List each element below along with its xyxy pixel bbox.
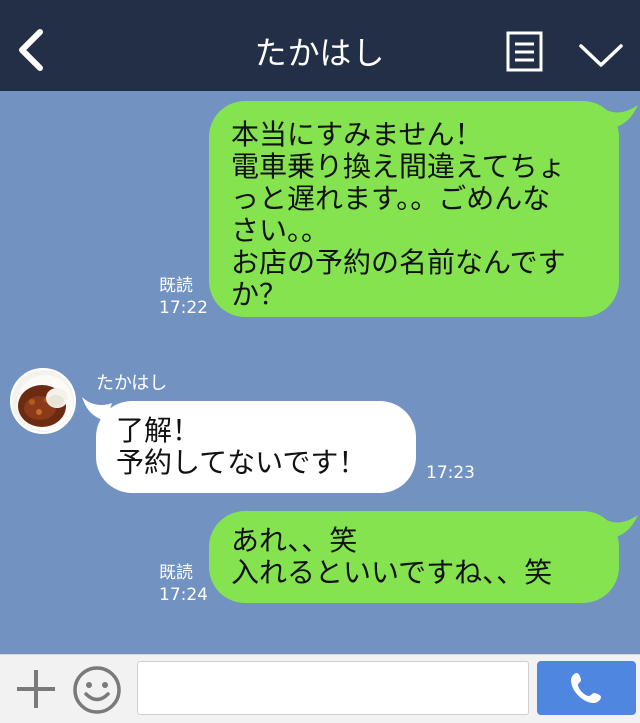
message-time: 17:24: [159, 585, 208, 605]
bubble-tail: [604, 105, 638, 129]
message-meta: 既読 17:22: [159, 275, 208, 319]
smiley-icon[interactable]: [72, 665, 122, 715]
menu-list-icon[interactable]: [506, 31, 543, 72]
message-time: 17:23: [426, 463, 475, 483]
call-button[interactable]: [537, 661, 636, 715]
chevron-down-icon[interactable]: [578, 40, 624, 70]
message-input-bar: [0, 654, 640, 723]
curry-avatar-image: [17, 375, 73, 431]
outgoing-message-bubble[interactable]: 本当にすみません！ 電車乗り換え間違えてちょ っと遅れます。。ごめんな さい。。…: [209, 101, 619, 317]
message-list[interactable]: 本当にすみません！ 電車乗り換え間違えてちょ っと遅れます。。ごめんな さい。。…: [0, 91, 640, 654]
message-text: 本当にすみません！ 電車乗り換え間違えてちょ っと遅れます。。ごめんな さい。。…: [231, 118, 566, 311]
message-time: 17:22: [159, 298, 208, 318]
message-text: 了解！ 予約してないです！: [116, 414, 367, 479]
outgoing-message-bubble[interactable]: あれ、、笑 入れるといいですね、、笑: [209, 511, 619, 603]
chat-header: たかはし: [0, 0, 640, 91]
phone-icon: [571, 673, 601, 703]
read-receipt: 既読: [159, 276, 193, 296]
chat-title: たかはし: [254, 34, 386, 72]
avatar[interactable]: [10, 368, 76, 434]
read-receipt: 既読: [159, 563, 193, 583]
message-meta: 既読 17:24: [159, 562, 208, 606]
message-input[interactable]: [137, 661, 529, 715]
sender-name: たかはし: [96, 373, 168, 394]
message-text: あれ、、笑 入れるといいですね、、笑: [231, 524, 553, 589]
incoming-message-bubble[interactable]: 了解！ 予約してないです！: [96, 401, 416, 493]
plus-icon[interactable]: [14, 667, 58, 711]
bubble-tail: [604, 515, 638, 539]
